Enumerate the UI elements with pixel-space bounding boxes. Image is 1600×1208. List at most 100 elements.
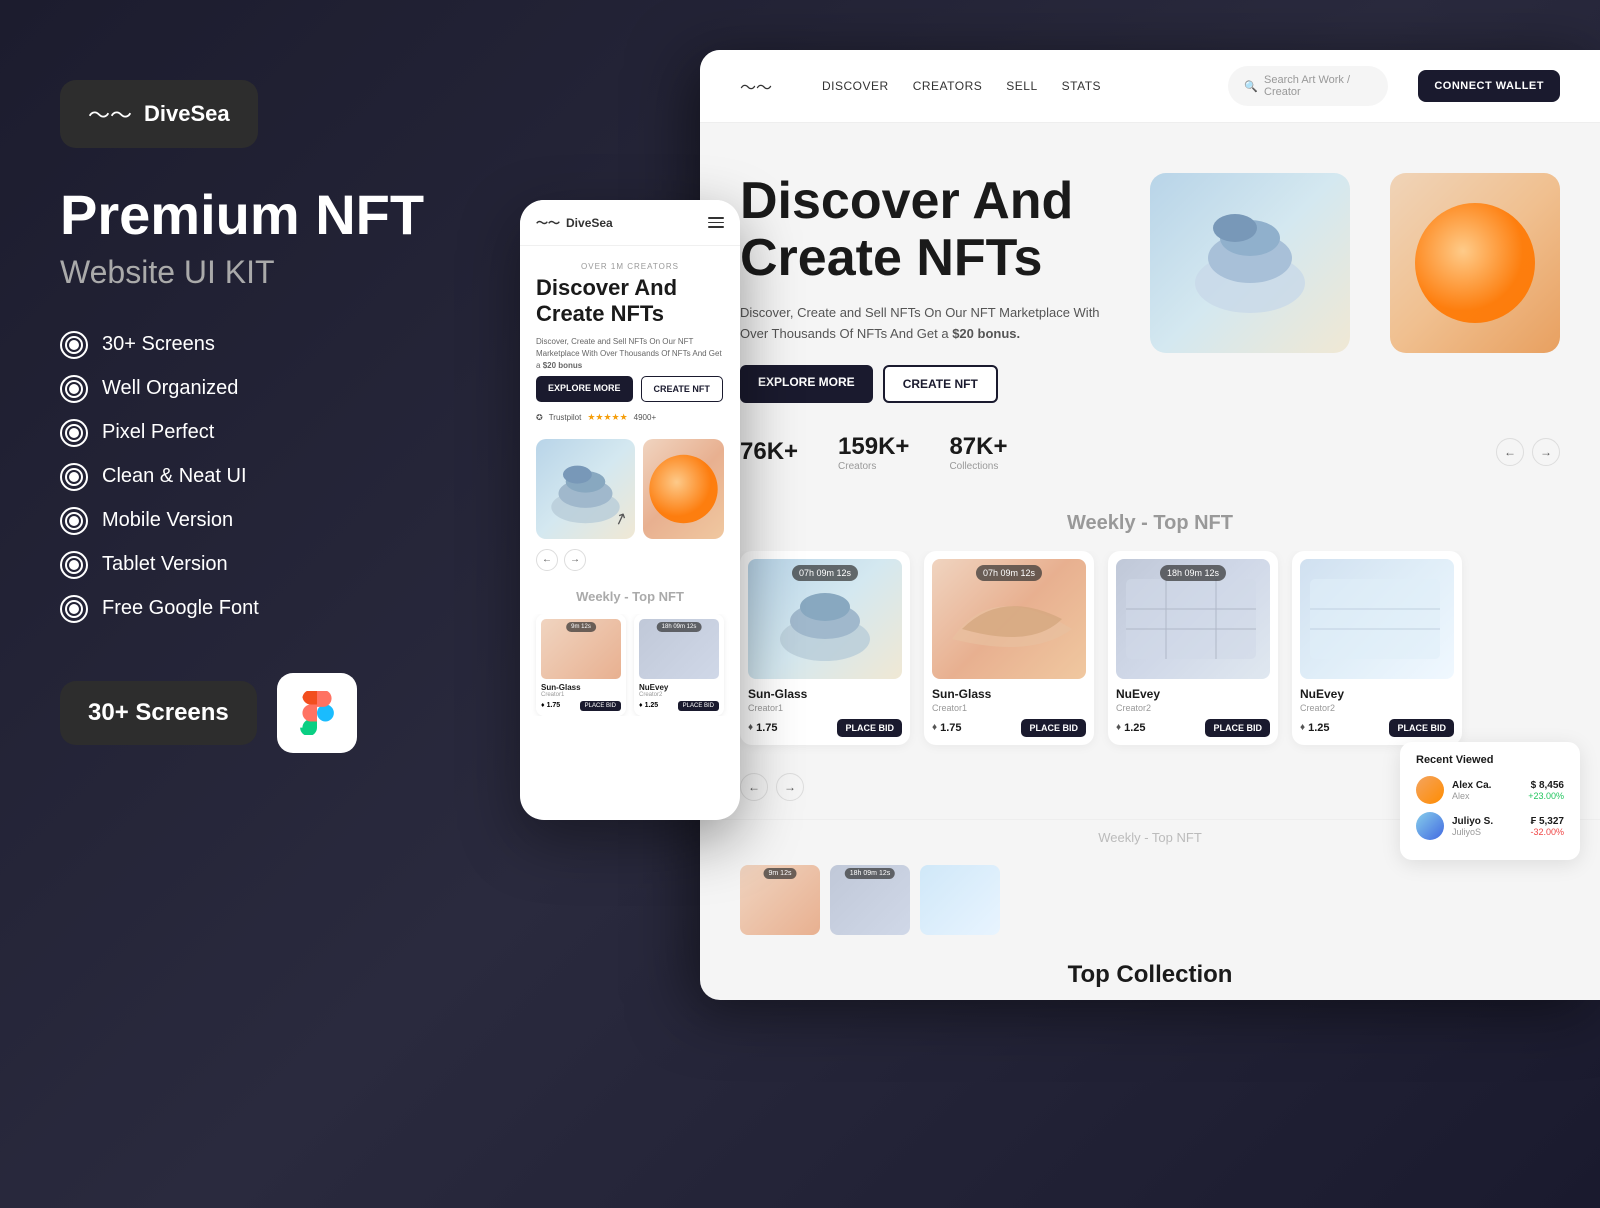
place-bid-btn-1[interactable]: PLACE BID [837, 719, 902, 737]
mobile-hero-desc: Discover, Create and Sell NFTs On Our NF… [536, 336, 724, 372]
rv-name-2: Juliyo S. JuliyoS [1452, 816, 1522, 837]
mobile-images-section: ↗ [520, 439, 740, 539]
mobile-navbar: 〜〜 DiveSea [520, 200, 740, 246]
hero-main-title: Premium NFT [60, 184, 480, 246]
nft-card-footer-4: ♦ 1.25 PLACE BID [1300, 719, 1454, 737]
nav-creators[interactable]: CREATORS [913, 79, 983, 93]
mobile-hero-img-2 [643, 439, 724, 539]
nft-arrow-prev[interactable]: ← [740, 773, 768, 801]
mobile-hero-img-1: ↗ [536, 439, 635, 539]
feature-icon-7 [60, 595, 88, 623]
bottom-nft-timer-2: 18h 09m 12s [845, 868, 895, 879]
eye-icon-2 [69, 384, 79, 394]
nft-card-footer-1: ♦ 1.75 PLACE BID [748, 719, 902, 737]
mobile-nft-price-1: ♦1.75 [541, 702, 560, 709]
hamburger-menu[interactable] [708, 217, 724, 228]
nft-card-image-2: 07h 09m 12s [932, 559, 1086, 679]
mobile-nft-img-1: 9m 12s [541, 619, 621, 679]
nft-card-name-2: Sun-Glass [932, 687, 1086, 701]
feature-item-6: Tablet Version [60, 551, 480, 579]
nav-discover[interactable]: DISCOVER [822, 79, 889, 93]
feature-list: 30+ Screens Well Organized Pixel Perfect… [60, 331, 480, 623]
desktop-hero-title: Discover And Create NFTs [740, 173, 1110, 287]
stats-row: 76K+ 159K+ Creators 87K+ Collections ← → [700, 433, 1600, 492]
connect-wallet-button[interactable]: CONNECT WALLET [1418, 70, 1560, 102]
arrow-next[interactable]: → [1532, 438, 1560, 466]
logo-text: DiveSea [144, 101, 230, 127]
stat-3: 87K+ Collections [949, 433, 1007, 472]
mobile-hero-title: Discover And Create NFTs [536, 275, 724, 328]
nft-card-creator-2: Creator1 [932, 703, 1086, 713]
eye-icon-7 [69, 604, 79, 614]
left-panel: 〜〜 DiveSea Premium NFT Website UI KIT 30… [60, 80, 480, 753]
figma-icon [295, 691, 339, 735]
feature-icon-5 [60, 507, 88, 535]
place-bid-btn-3[interactable]: PLACE BID [1205, 719, 1270, 737]
trustpilot-icon: ✪ [536, 413, 543, 422]
nav-search[interactable]: 🔍 Search Art Work / Creator [1228, 66, 1388, 106]
mobile-place-bid-2[interactable]: PLACE BID [678, 701, 719, 711]
mobile-nft-creator-1: Creator1 [541, 692, 621, 698]
nft-price-1: ♦ 1.75 [748, 722, 778, 734]
nft-grid: 07h 09m 12s Sun-Glass Creator1 ♦ 1.75 PL… [700, 551, 1600, 765]
nft-card-creator-4: Creator2 [1300, 703, 1454, 713]
eye-icon-4 [69, 472, 79, 482]
stat-1: 76K+ [740, 438, 798, 466]
mobile-create-btn[interactable]: CREATE NFT [641, 376, 723, 402]
place-bid-btn-4[interactable]: PLACE BID [1389, 719, 1454, 737]
eth-icon-1: ♦ [748, 722, 753, 733]
arrow-prev[interactable]: ← [1496, 438, 1524, 466]
create-nft-button[interactable]: CREATE NFT [883, 365, 998, 403]
nft-card-1: 07h 09m 12s Sun-Glass Creator1 ♦ 1.75 PL… [740, 551, 910, 745]
mobile-section-title: Weekly - Top NFT [520, 581, 740, 614]
trustpilot-row: ✪ Trustpilot ★★★★★ 4900+ [536, 412, 724, 423]
mobile-nft-name-2: NuEvey [639, 683, 719, 692]
feature-icon-4 [60, 463, 88, 491]
nft-card-creator-1: Creator1 [748, 703, 902, 713]
nft-card-name-3: NuEvey [1116, 687, 1270, 701]
nav-sell[interactable]: SELL [1006, 79, 1037, 93]
feature-item-7: Free Google Font [60, 595, 480, 623]
mobile-nft-creator-2: Creator2 [639, 692, 719, 698]
place-bid-btn-2[interactable]: PLACE BID [1021, 719, 1086, 737]
nft-timer-1: 07h 09m 12s [792, 565, 858, 581]
mobile-mockup: 〜〜 DiveSea OVER 1M CREATORS Discover And… [520, 200, 740, 820]
hamburger-line-2 [708, 222, 724, 224]
mobile-place-bid-1[interactable]: PLACE BID [580, 701, 621, 711]
hero-image-2 [1390, 173, 1560, 353]
eye-icon-6 [69, 560, 79, 570]
eth-icon-2: ♦ [932, 722, 937, 733]
nft-arrow-next[interactable]: → [776, 773, 804, 801]
desktop-hero-buttons: EXPLORE MORE CREATE NFT [740, 365, 1110, 403]
mobile-nft-footer-1: ♦1.75 PLACE BID [541, 701, 621, 711]
mobile-nft-footer-2: ♦1.25 PLACE BID [639, 701, 719, 711]
hero-main-subtitle: Website UI KIT [60, 254, 480, 291]
hamburger-line-1 [708, 217, 724, 219]
nft-card-3: 18h 09m 12s NuEvey Creator2 ♦ 1.25 PLACE… [1108, 551, 1278, 745]
mobile-nft-card-2: 18h 09m 12s NuEvey Creator2 ♦1.25 PLACE … [634, 614, 724, 716]
feature-icon-3 [60, 419, 88, 447]
nft-card-2: 07h 09m 12s Sun-Glass Creator1 ♦ 1.75 PL… [924, 551, 1094, 745]
explore-more-button[interactable]: EXPLORE MORE [740, 365, 873, 403]
hero-image-1 [1150, 173, 1350, 353]
mobile-arrow-next[interactable]: → [564, 549, 586, 571]
feature-item-5: Mobile Version [60, 507, 480, 535]
nft-price-3: ♦ 1.25 [1116, 722, 1146, 734]
nav-logo: 〜〜 [740, 74, 772, 98]
rv-name-1: Alex Ca. Alex [1452, 780, 1520, 801]
rv-avatar-1 [1416, 776, 1444, 804]
feature-item-3: Pixel Perfect [60, 419, 480, 447]
mobile-arrow-prev[interactable]: ← [536, 549, 558, 571]
nav-logo-waves-icon: 〜〜 [740, 74, 772, 98]
nft-timer-3: 18h 09m 12s [1160, 565, 1226, 581]
mobile-explore-btn[interactable]: EXPLORE MORE [536, 376, 633, 402]
nft-card-image-1: 07h 09m 12s [748, 559, 902, 679]
nav-stats[interactable]: STATS [1062, 79, 1101, 93]
logo-waves-icon: 〜〜 [88, 98, 132, 130]
eth-icon-3: ♦ [1116, 722, 1121, 733]
rv-avatar-2 [1416, 812, 1444, 840]
feature-icon-1 [60, 331, 88, 359]
rv-item-1: Alex Ca. Alex $ 8,456 +23.00% [1416, 776, 1564, 804]
mobile-logo: 〜〜 DiveSea [536, 214, 613, 231]
mobile-nft-grid: 9m 12s Sun-Glass Creator1 ♦1.75 PLACE BI… [520, 614, 740, 716]
